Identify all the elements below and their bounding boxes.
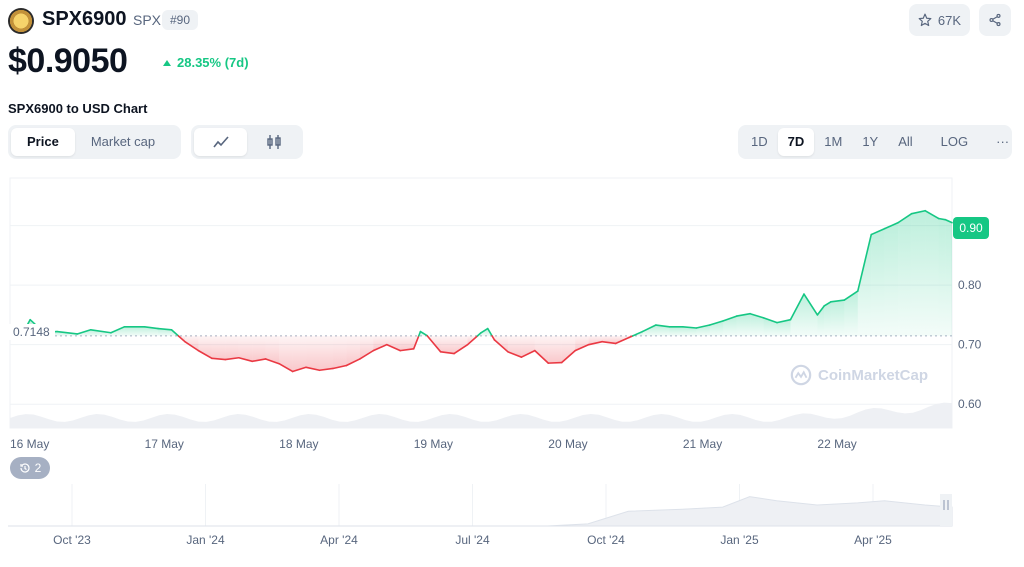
tab-price[interactable]: Price — [11, 128, 75, 156]
price-change: 28.35% (7d) — [163, 55, 249, 70]
x-axis: 16 May 17 May 18 May 19 May 20 May 21 May 22 M… — [10, 437, 857, 451]
range-7d[interactable]: 7D — [777, 128, 815, 156]
area-segment — [830, 300, 845, 336]
area-segment — [306, 335, 320, 371]
volume-area — [10, 402, 952, 428]
x-tick-label: 22 May — [817, 437, 856, 451]
x-tick-label: 17 May — [145, 437, 184, 451]
caret-up-icon — [163, 59, 171, 66]
watermark-text: CoinMarketCap — [818, 366, 929, 384]
area-segment — [669, 326, 683, 336]
share-icon — [989, 13, 1001, 27]
coin-name: SPX6900 — [42, 8, 127, 30]
chart-style-toggle — [191, 125, 303, 159]
star-icon — [918, 13, 932, 27]
x-tick-label: 21 May — [683, 437, 722, 451]
navigator-tick-label: Apr '24 — [320, 533, 358, 547]
baseline-price-tag: 0.7148 — [8, 324, 55, 340]
y-tick-label: 0.80 — [958, 278, 982, 292]
navigator-area — [8, 496, 953, 527]
area-segment — [548, 335, 562, 364]
plot-border — [9, 177, 953, 429]
area-segment — [945, 219, 952, 336]
range-1m[interactable]: 1M — [814, 128, 852, 156]
area-segment — [292, 335, 307, 372]
history-icon — [20, 463, 30, 473]
area-segment — [884, 222, 899, 336]
range-navigator[interactable]: Oct '23 Jan '24 Apr '24 Jul '24 Oct '24 Jan '… — [0, 480, 1024, 567]
area-segment — [911, 210, 926, 336]
events-badge[interactable]: 2 — [10, 457, 50, 479]
price-change-value: 28.35% (7d) — [177, 55, 249, 70]
price-area — [10, 210, 952, 372]
events-count: 2 — [34, 461, 42, 475]
area-segment — [454, 335, 468, 354]
coin-logo — [8, 8, 34, 34]
area-segment — [898, 213, 912, 336]
area-segment — [871, 228, 885, 336]
watchlist-count: 67K — [937, 12, 962, 28]
metric-toggle: Price Market cap — [8, 125, 181, 159]
area-segment — [225, 335, 239, 360]
range-all[interactable]: All — [888, 128, 922, 156]
area-segment — [346, 335, 360, 366]
area-segment — [803, 294, 818, 336]
coin-page: SPX6900 SPX #90 67K $0.9050 28.35% (7d) … — [0, 0, 1024, 567]
x-tick-label: 19 May — [414, 437, 453, 451]
log-toggle[interactable]: LOG — [931, 128, 978, 156]
price-line-segment — [547, 361, 563, 364]
candle-style-button[interactable] — [247, 128, 300, 156]
line-style-button[interactable] — [194, 128, 247, 156]
price-line — [9, 209, 953, 373]
area-segment — [124, 326, 145, 336]
area-segment — [319, 335, 333, 371]
price-chart[interactable]: 0.60 0.70 0.80 0.90 16 May 17 May 18 May 19 Ma… — [0, 170, 1024, 460]
navigator-tick-label: Oct '24 — [587, 533, 625, 547]
current-price-tag: 0.90 — [953, 217, 989, 239]
watermark: CoinMarketCap — [790, 364, 928, 386]
share-button[interactable] — [979, 4, 1011, 36]
more-options-button[interactable]: ··· — [986, 128, 1019, 156]
navigator-area-path — [8, 496, 953, 527]
y-tick-label: 0.60 — [958, 397, 982, 411]
area-segment — [252, 335, 266, 362]
current-price: $0.9050 — [8, 42, 128, 80]
range-toggle: 1D 7D 1M 1Y All LOG ··· — [738, 125, 1012, 159]
x-tick-label: 20 May — [548, 437, 587, 451]
chart-title: SPX6900 to USD Chart — [8, 101, 148, 116]
y-tick-label: 0.70 — [958, 338, 982, 352]
area-segment — [534, 335, 549, 364]
area-segment — [440, 335, 455, 354]
tab-market-cap[interactable]: Market cap — [75, 128, 171, 156]
area-segment — [925, 210, 939, 336]
navigator-tick-label: Jul '24 — [455, 533, 490, 547]
rank-badge: #90 — [162, 10, 199, 30]
candlestick-icon — [266, 135, 281, 149]
range-1y[interactable]: 1Y — [852, 128, 888, 156]
navigator-tick-label: Jan '24 — [186, 533, 225, 547]
navigator-x-axis: Oct '23 Jan '24 Apr '24 Jul '24 Oct '24 Jan '… — [53, 533, 892, 547]
y-axis: 0.600.700.800.90 — [958, 219, 982, 412]
area-segment — [824, 301, 831, 336]
area-segment — [938, 218, 946, 336]
navigator-handle[interactable] — [940, 494, 952, 526]
area-segment — [279, 335, 293, 372]
chart-grid — [9, 177, 953, 429]
coin-symbol: SPX — [133, 12, 162, 28]
volume-bars — [10, 402, 952, 428]
area-segment — [211, 335, 226, 360]
area-segment — [736, 313, 751, 336]
navigator-tick-label: Jan '25 — [720, 533, 759, 547]
area-segment — [332, 335, 347, 369]
cmc-logo-icon — [790, 364, 812, 386]
x-tick-label: 18 May — [279, 437, 318, 451]
watchlist-button[interactable]: 67K — [909, 4, 970, 36]
navigator-tick-label: Oct '23 — [53, 533, 91, 547]
range-1d[interactable]: 1D — [741, 128, 778, 156]
area-segment — [561, 335, 576, 363]
navigator-tick-label: Apr '25 — [854, 533, 892, 547]
line-chart-icon — [212, 136, 229, 148]
x-tick-label: 16 May — [10, 437, 49, 451]
